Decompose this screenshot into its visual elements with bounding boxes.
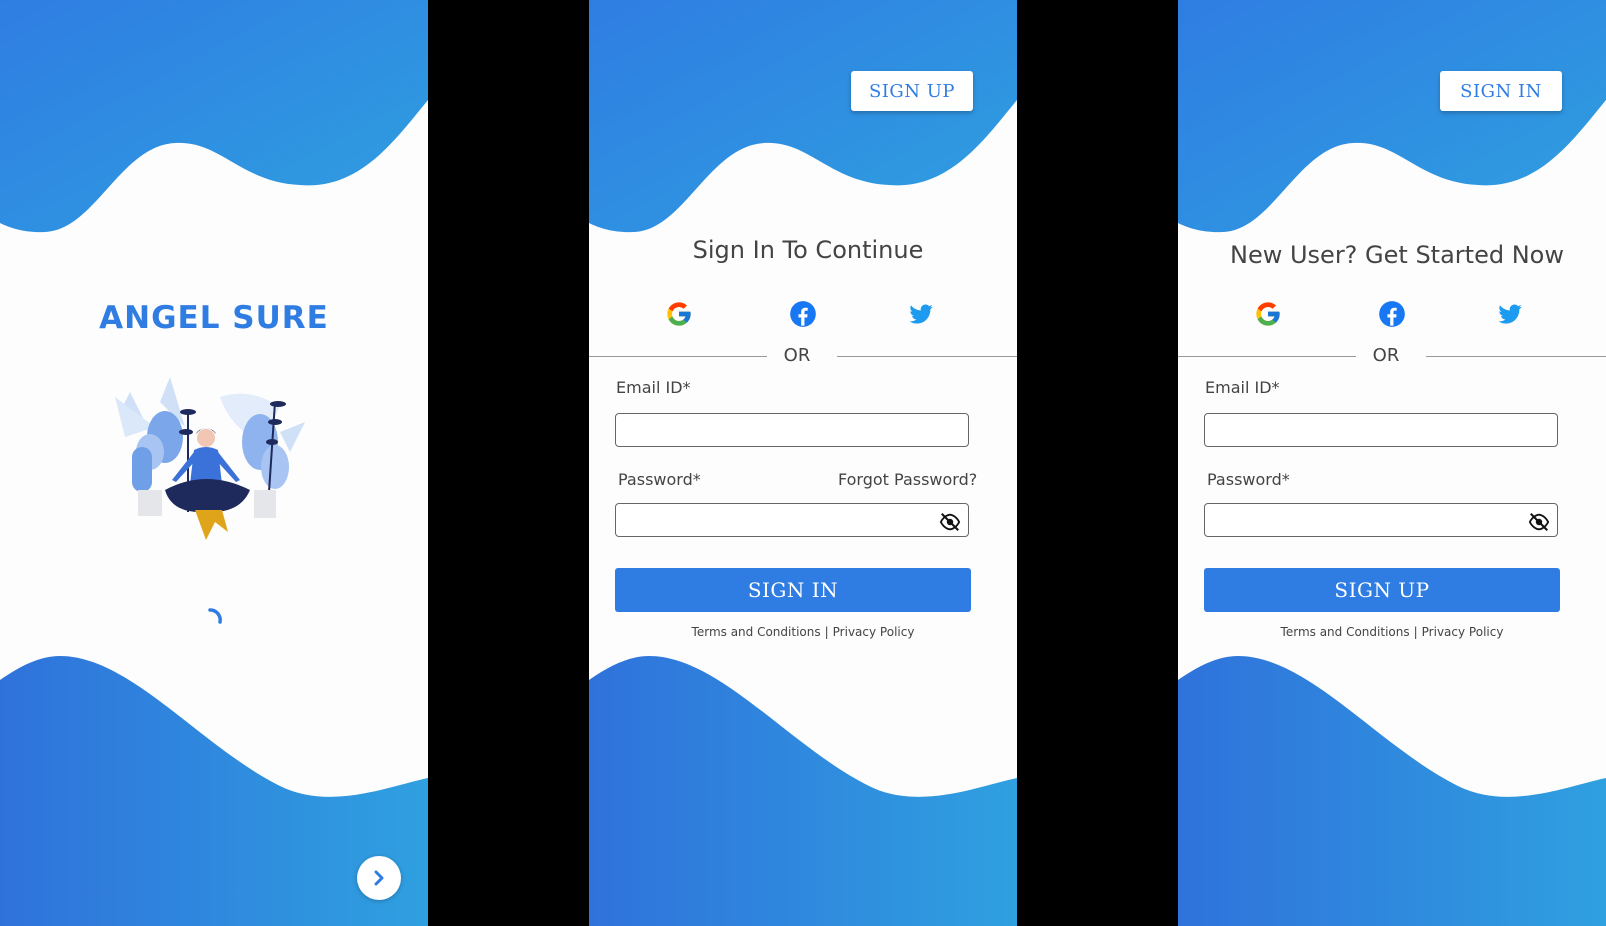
footer-links: Terms and Conditions | Privacy Policy xyxy=(1178,625,1606,639)
email-label: Email ID* xyxy=(616,378,691,397)
or-divider: OR xyxy=(589,345,1017,367)
password-label: Password* xyxy=(618,470,701,489)
top-wave xyxy=(1178,0,1606,233)
or-text: OR xyxy=(1372,345,1400,366)
email-field[interactable] xyxy=(1204,413,1558,447)
footer-links: Terms and Conditions | Privacy Policy xyxy=(589,625,1017,639)
password-field[interactable] xyxy=(1204,503,1558,537)
twitter-icon[interactable] xyxy=(1496,300,1524,328)
meditation-illustration xyxy=(115,377,305,540)
page-title: Sign In To Continue xyxy=(692,236,924,264)
password-label: Password* xyxy=(1207,470,1290,489)
splash-screen: ANGEL SURE xyxy=(0,0,428,926)
chevron-right-icon xyxy=(374,870,384,886)
google-icon[interactable] xyxy=(665,300,693,328)
signup-tab-button[interactable]: SIGN UP xyxy=(851,71,973,111)
signup-button[interactable]: SIGN UP xyxy=(1204,568,1560,612)
privacy-link[interactable]: Privacy Policy xyxy=(833,625,915,639)
terms-link[interactable]: Terms and Conditions xyxy=(1281,625,1410,639)
signin-tab-button[interactable]: SIGN IN xyxy=(1440,71,1562,111)
signin-screen: SIGN UP Sign In To Continue OR Email ID*… xyxy=(589,0,1017,926)
email-label: Email ID* xyxy=(1205,378,1280,397)
top-wave xyxy=(589,0,1017,233)
facebook-icon[interactable] xyxy=(789,300,817,328)
footer-separator: | xyxy=(824,625,829,639)
footer-separator: | xyxy=(1413,625,1418,639)
next-button[interactable] xyxy=(357,856,401,900)
bottom-wave xyxy=(1178,656,1606,926)
email-field[interactable] xyxy=(615,413,969,447)
page-title: New User? Get Started Now xyxy=(1230,241,1564,269)
loading-spinner xyxy=(208,608,222,624)
or-divider: OR xyxy=(1178,345,1606,367)
signin-button[interactable]: SIGN IN xyxy=(615,568,971,612)
facebook-icon[interactable] xyxy=(1378,300,1406,328)
eye-off-icon[interactable] xyxy=(939,511,961,533)
privacy-link[interactable]: Privacy Policy xyxy=(1422,625,1504,639)
top-wave xyxy=(0,0,428,233)
signup-screen: SIGN IN New User? Get Started Now OR Ema… xyxy=(1178,0,1606,926)
password-field[interactable] xyxy=(615,503,969,537)
google-icon[interactable] xyxy=(1254,300,1282,328)
brand-logo-text: ANGEL SURE xyxy=(99,300,329,336)
terms-link[interactable]: Terms and Conditions xyxy=(692,625,821,639)
or-text: OR xyxy=(783,345,811,366)
twitter-icon[interactable] xyxy=(907,300,935,328)
eye-off-icon[interactable] xyxy=(1528,511,1550,533)
forgot-password-link[interactable]: Forgot Password? xyxy=(838,470,977,489)
bottom-wave xyxy=(589,656,1017,926)
